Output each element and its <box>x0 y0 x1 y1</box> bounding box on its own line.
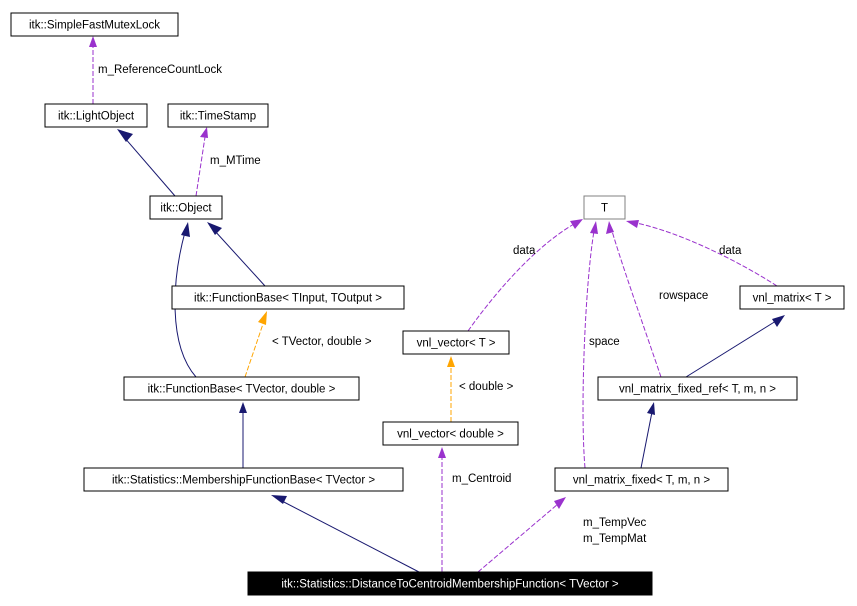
node-label-functionbase-tvector-double: itk::FunctionBase< TVector, double > <box>148 384 336 396</box>
edge-vnlmatrix-to-tparam <box>626 220 778 287</box>
node-label-simplefastmutexlock: itk::SimpleFastMutexLock <box>29 20 160 32</box>
edge-functionbase-tt-to-object <box>207 222 266 287</box>
edge-label-m-mtime: m_MTime <box>210 155 261 167</box>
edge-matrixfixed-to-matrixfixedref <box>640 402 655 469</box>
edge-vnlvector-d-template <box>447 356 455 422</box>
edge-label-data-right: data <box>719 245 742 257</box>
node-label-template-param-t: T <box>601 203 608 215</box>
edge-lightobject-to-mutexlock <box>89 36 97 104</box>
node-functionbase-tvector-double[interactable]: itk::FunctionBase< TVector, double > <box>123 376 360 401</box>
node-lightobject[interactable]: itk::LightObject <box>44 103 148 128</box>
node-vnl-matrix-fixed[interactable]: vnl_matrix_fixed< T, m, n > <box>554 467 729 492</box>
edge-label-rowspace: rowspace <box>659 290 708 302</box>
node-vnl-matrix-t[interactable]: vnl_matrix< T > <box>739 285 845 310</box>
node-label-distancetocentroidmembershipfunction: itk::Statistics::DistanceToCentroidMembe… <box>281 579 619 591</box>
node-object[interactable]: itk::Object <box>149 195 223 220</box>
node-timestamp[interactable]: itk::TimeStamp <box>167 103 269 128</box>
node-layer: itk::SimpleFastMutexLock itk::LightObjec… <box>10 12 845 596</box>
diagram-canvas: itk::SimpleFastMutexLock itk::LightObjec… <box>10 12 845 596</box>
edge-focus-to-matrixfixed <box>477 497 566 573</box>
edge-matrixfixedref-to-vnlmatrix <box>685 315 785 378</box>
edge-label-data-left: data <box>513 245 536 257</box>
edge-object-to-lightobject <box>117 129 176 197</box>
node-label-vnl-vector-t: vnl_vector< T > <box>417 338 496 350</box>
edge-functionbase-vd-template <box>244 311 267 378</box>
uml-collaboration-diagram: itk::SimpleFastMutexLock itk::LightObjec… <box>0 0 857 606</box>
node-vnl-vector-double[interactable]: vnl_vector< double > <box>382 421 519 446</box>
edge-membershipbase-to-functionbase <box>239 402 247 468</box>
edge-focus-to-membershipbase <box>271 495 420 573</box>
node-functionbase-tinput-toutput[interactable]: itk::FunctionBase< TInput, TOutput > <box>171 285 405 310</box>
edge-label-m-tempmat: m_TempMat <box>583 533 647 545</box>
edge-label-m-tempvec: m_TempVec <box>583 517 647 529</box>
node-label-object: itk::Object <box>160 203 212 215</box>
node-label-vnl-matrix-fixed: vnl_matrix_fixed< T, m, n > <box>573 475 710 487</box>
edge-vnlvector-t-to-tparam <box>467 219 583 332</box>
edge-label-m-centroid: m_Centroid <box>452 473 511 485</box>
node-label-membershipfunctionbase: itk::Statistics::MembershipFunctionBase<… <box>112 475 375 487</box>
node-label-timestamp: itk::TimeStamp <box>180 111 256 123</box>
edge-label-space: space <box>589 336 620 348</box>
edge-matrixfixedref-to-tparam <box>606 221 662 378</box>
node-distancetocentroidmembershipfunction[interactable]: itk::Statistics::DistanceToCentroidMembe… <box>247 571 653 596</box>
node-label-vnl-vector-double: vnl_vector< double > <box>397 429 504 441</box>
node-template-param-t[interactable]: T <box>583 195 626 220</box>
node-label-vnl-matrix-fixed-ref: vnl_matrix_fixed_ref< T, m, n > <box>619 384 776 396</box>
edge-label-m-reference-count-lock: m_ReferenceCountLock <box>98 64 222 76</box>
node-membershipfunctionbase[interactable]: itk::Statistics::MembershipFunctionBase<… <box>83 467 404 492</box>
node-label-functionbase-tinput-toutput: itk::FunctionBase< TInput, TOutput > <box>194 293 382 305</box>
edge-object-to-timestamp <box>195 127 208 197</box>
edge-label-double: < double > <box>459 381 514 393</box>
node-simplefastmutexlock[interactable]: itk::SimpleFastMutexLock <box>10 12 179 37</box>
edge-focus-to-vnlvector-d <box>438 447 446 572</box>
node-label-lightobject: itk::LightObject <box>58 111 135 123</box>
node-vnl-vector-t[interactable]: vnl_vector< T > <box>402 330 510 355</box>
edge-label-tvector-double: < TVector, double > <box>272 336 372 348</box>
node-vnl-matrix-fixed-ref[interactable]: vnl_matrix_fixed_ref< T, m, n > <box>597 376 798 401</box>
node-label-vnl-matrix-t: vnl_matrix< T > <box>753 293 832 305</box>
